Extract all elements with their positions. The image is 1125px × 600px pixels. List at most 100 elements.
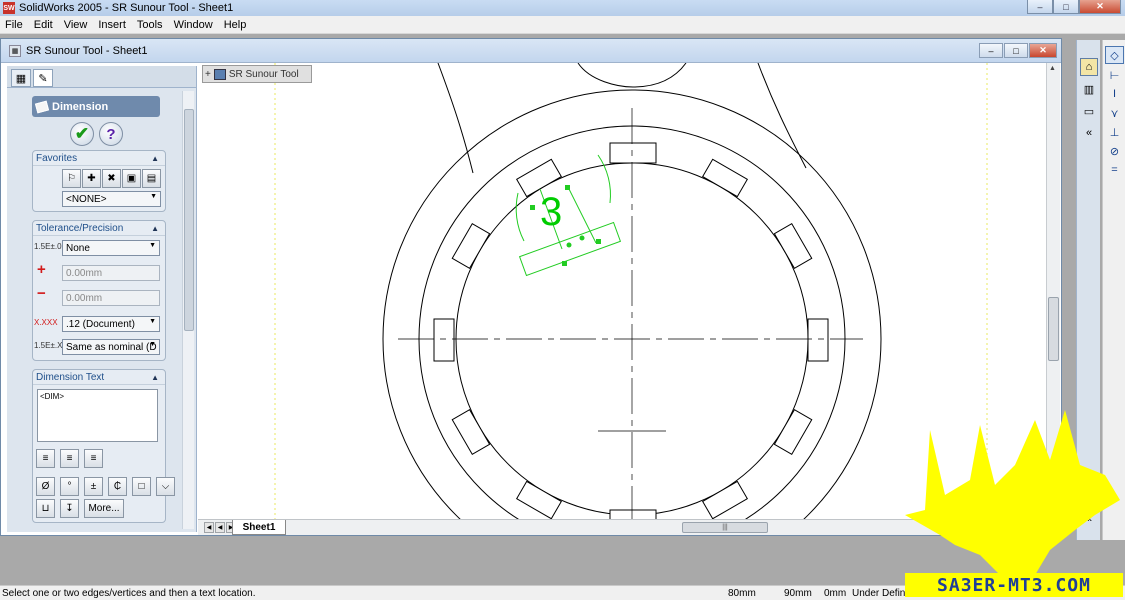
baseline-dimension-icon[interactable]: ⋎ — [1105, 104, 1124, 122]
feature-manager-tab[interactable]: ▦ — [11, 69, 31, 87]
feature-tree-flyout[interactable]: + SR Sunour Tool — [202, 65, 312, 83]
tolerance-precision-select[interactable]: Same as nominal (D ▼ — [62, 339, 160, 355]
tolerance-header[interactable]: Tolerance/Precision ▲ — [33, 221, 165, 236]
doc-close-button[interactable]: ✕ — [1029, 43, 1057, 58]
horizontal-scroll-thumb[interactable]: ||| — [682, 522, 768, 533]
first-sheet-icon[interactable]: ◀ — [204, 522, 214, 533]
properties-icon: ✎ — [38, 72, 48, 85]
ok-button[interactable]: ✔ — [70, 122, 94, 146]
minus-tolerance-field[interactable]: 0.00mm — [62, 290, 160, 306]
panel-scrollbar[interactable] — [182, 91, 194, 529]
align-center-icon[interactable]: ≡ — [60, 449, 79, 468]
solidworks-icon: SW — [3, 2, 15, 14]
property-manager-tab[interactable]: ✎ — [33, 69, 53, 87]
justification-row: ≡ ≡ ≡ — [36, 449, 103, 468]
centerline-icon[interactable]: ₵ — [108, 477, 127, 496]
watermark-text: SA3ER-MT3.COM — [905, 573, 1123, 597]
menu-edit[interactable]: Edit — [29, 19, 59, 31]
vertical-dimension-icon[interactable]: I — [1105, 85, 1124, 103]
favorites-toolbar: ⚐ ✚ ✖ ▣ ▤ — [62, 169, 161, 188]
dimension-value-label[interactable]: 3 — [540, 190, 562, 234]
align-left-icon[interactable]: ≡ — [36, 449, 55, 468]
status-y: 90mm — [784, 588, 812, 599]
home-icon[interactable]: ⌂ — [1080, 58, 1098, 76]
horizontal-dimension-icon[interactable]: ⊢ — [1105, 66, 1124, 84]
manager-tabs: ▦ ✎ — [7, 66, 196, 88]
align-dimensions-icon[interactable]: = — [1105, 161, 1124, 179]
drawing-sheet[interactable]: 3 + SR Sunour Tool — [198, 63, 1046, 519]
add-favorite-icon[interactable]: ✚ — [82, 169, 101, 188]
scroll-up-icon[interactable]: ▲ — [1049, 65, 1056, 72]
minus-tolerance-value: 0.00mm — [66, 292, 103, 304]
tolerance-type-value: None — [66, 242, 90, 254]
drawing-doc-icon: ▦ — [9, 44, 21, 57]
folder-icon[interactable]: ▭ — [1080, 102, 1098, 120]
menu-window[interactable]: Window — [169, 19, 219, 31]
title-bar: SW SolidWorks 2005 - SR Sunour Tool - Sh… — [0, 0, 1125, 16]
tolerance-label: Tolerance/Precision — [36, 222, 124, 234]
minimize-button[interactable]: – — [1027, 0, 1053, 14]
depth-icon[interactable]: ↧ — [60, 499, 79, 518]
tolerance-type-select[interactable]: None ▼ — [62, 240, 160, 256]
countersink-icon[interactable]: ⌵ — [156, 477, 175, 496]
doc-restore-button[interactable]: □ — [1004, 43, 1028, 58]
dimension-text-group: Dimension Text ▲ <DIM> ≡ ≡ ≡ Ø ° ± ₵ □ ⌵… — [32, 369, 175, 523]
help-button[interactable]: ? — [99, 122, 123, 146]
dimension-text-value: <DIM> — [40, 392, 65, 401]
collapse-pane-icon[interactable]: « — [1080, 124, 1098, 142]
dropdown-arrow-icon: ▼ — [149, 318, 156, 325]
counterbore-icon[interactable]: ⊔ — [36, 499, 55, 518]
prev-sheet-icon[interactable]: ◀ — [215, 522, 225, 533]
precision-value: .12 (Document) — [66, 318, 135, 330]
close-button[interactable]: ✕ — [1079, 0, 1121, 14]
plus-minus-icon[interactable]: ± — [84, 477, 103, 496]
expand-icon: + — [205, 68, 211, 80]
tree-icon: ▦ — [15, 72, 27, 85]
minus-icon: − — [37, 285, 46, 302]
smart-dimension-icon[interactable]: ◇ — [1105, 46, 1124, 64]
favorites-header[interactable]: Favorites ▲ — [33, 151, 165, 166]
menu-help[interactable]: Help — [219, 19, 253, 31]
dropdown-arrow-icon: ▼ — [149, 242, 156, 249]
ordinate-dimension-icon[interactable]: ⊥ — [1105, 123, 1124, 141]
apply-favorite-icon[interactable]: ⚐ — [62, 169, 81, 188]
degree-icon[interactable]: ° — [60, 477, 79, 496]
drawing-horizontal-scrollbar[interactable]: ||| — [622, 521, 1058, 534]
menu-tools[interactable]: Tools — [132, 19, 169, 31]
drawing-tree-icon — [213, 68, 226, 80]
dropdown-arrow-icon: ▼ — [150, 193, 157, 200]
drawing-vertical-scrollbar[interactable]: ▲ ▼ — [1046, 63, 1060, 519]
align-right-icon[interactable]: ≡ — [84, 449, 103, 468]
dimension-text-area[interactable]: <DIM> — [37, 389, 158, 442]
status-z: 0mm — [824, 588, 847, 599]
plus-tolerance-field[interactable]: 0.00mm — [62, 265, 160, 281]
library-icon[interactable]: ▥ — [1080, 80, 1098, 98]
delete-favorite-icon[interactable]: ✖ — [102, 169, 121, 188]
property-manager-panel: ▦ ✎ Dimension ✔ ? Favorites ▲ ⚐ ✚ ✖ ▣ ▤ — [7, 66, 197, 532]
square-icon[interactable]: □ — [132, 477, 151, 496]
save-favorite-icon[interactable]: ▣ — [122, 169, 141, 188]
menu-view[interactable]: View — [59, 19, 94, 31]
maximize-button[interactable]: □ — [1053, 0, 1079, 14]
more-symbols-button[interactable]: More... — [84, 499, 124, 518]
favorites-select[interactable]: <NONE> ▼ — [62, 191, 161, 207]
collapse-icon: ▲ — [151, 223, 159, 233]
sheet-tab-sheet1[interactable]: Sheet1 — [232, 520, 286, 535]
expand-pane-icon[interactable]: « — [1080, 510, 1098, 528]
doc-minimize-button[interactable]: – — [979, 43, 1003, 58]
precision-select[interactable]: .12 (Document) ▼ — [62, 316, 160, 332]
diameter-icon[interactable]: Ø — [36, 477, 55, 496]
document-window-controls: – □ ✕ — [979, 43, 1057, 58]
scroll-down-icon[interactable]: ▼ — [1049, 509, 1056, 516]
chamfer-dimension-icon[interactable]: ⊘ — [1105, 142, 1124, 160]
more-symbols-row: ⊔ ↧ More... — [36, 499, 124, 518]
menu-file[interactable]: File — [0, 19, 29, 31]
favorites-group: Favorites ▲ ⚐ ✚ ✖ ▣ ▤ <NONE> ▼ — [32, 150, 166, 212]
dropdown-arrow-icon: ▼ — [149, 341, 156, 348]
dimension-text-header[interactable]: Dimension Text ▲ — [33, 370, 165, 385]
favorites-value: <NONE> — [66, 193, 107, 205]
panel-scrollbar-thumb[interactable] — [184, 109, 194, 331]
load-favorite-icon[interactable]: ▤ — [142, 169, 161, 188]
menu-insert[interactable]: Insert — [93, 19, 132, 31]
vertical-scroll-thumb[interactable] — [1048, 297, 1059, 361]
